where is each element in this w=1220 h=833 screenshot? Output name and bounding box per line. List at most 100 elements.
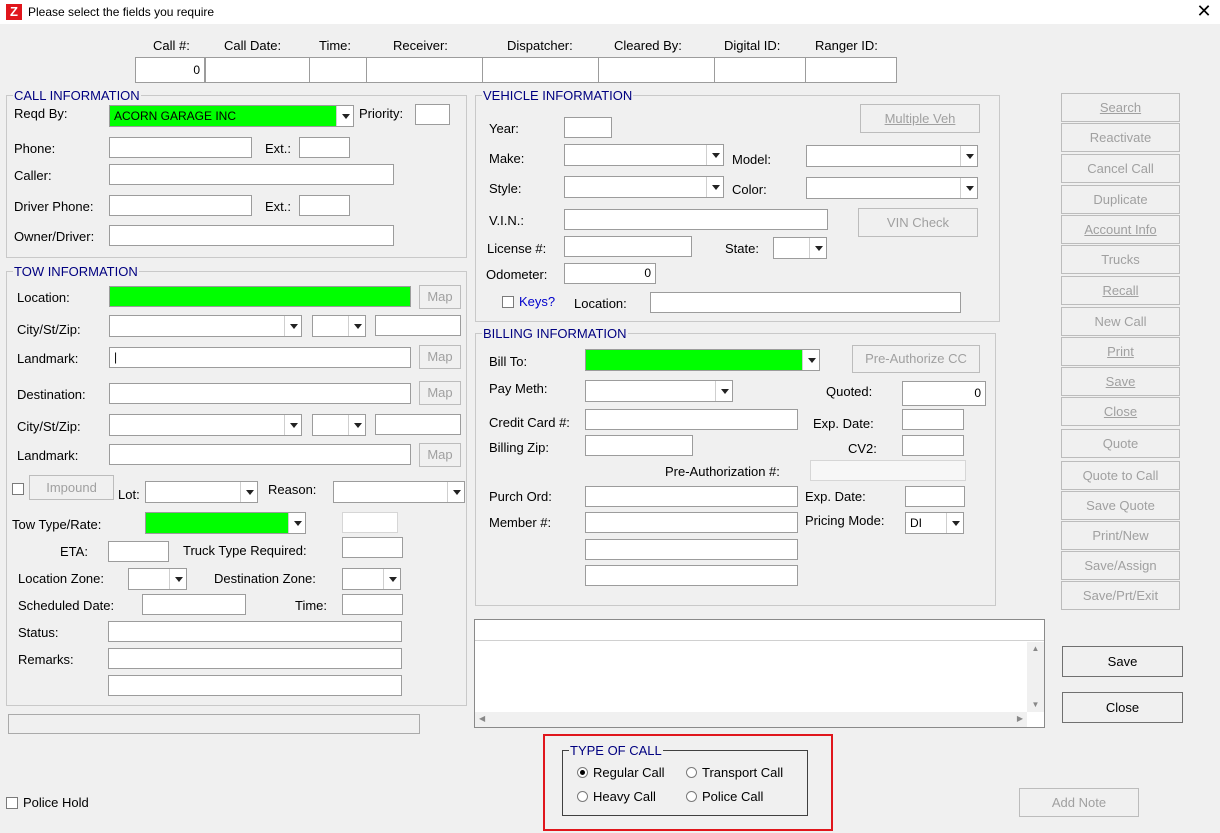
dispatcher-field[interactable] bbox=[482, 57, 599, 83]
status-field[interactable] bbox=[108, 621, 402, 642]
notes-horizontal-scrollbar[interactable]: ◀ ▶ bbox=[475, 712, 1027, 727]
billing-zip-field[interactable] bbox=[585, 435, 693, 456]
extra-billing-field-2[interactable] bbox=[585, 565, 798, 586]
destination-zone-select[interactable] bbox=[342, 568, 401, 590]
reactivate-button[interactable]: Reactivate bbox=[1061, 123, 1180, 152]
bill-to-select[interactable] bbox=[585, 349, 820, 371]
quote-to-call-button[interactable]: Quote to Call bbox=[1061, 461, 1180, 490]
tow-location-field[interactable] bbox=[109, 286, 411, 307]
driver-ext-field[interactable] bbox=[299, 195, 350, 216]
style-select[interactable] bbox=[564, 176, 724, 198]
transport-call-radio[interactable] bbox=[686, 767, 697, 778]
pay-meth-select[interactable] bbox=[585, 380, 733, 402]
vin-field[interactable] bbox=[564, 209, 828, 230]
save-button[interactable]: Save bbox=[1062, 646, 1183, 677]
digital-id-field[interactable] bbox=[714, 57, 806, 83]
time-field[interactable] bbox=[309, 57, 367, 83]
tow-type-rate-select[interactable] bbox=[145, 512, 306, 534]
quoted-field[interactable]: 0 bbox=[902, 381, 986, 406]
owner-driver-field[interactable] bbox=[109, 225, 394, 246]
license-field[interactable] bbox=[564, 236, 692, 257]
city-select[interactable] bbox=[109, 315, 302, 337]
receiver-field[interactable] bbox=[366, 57, 483, 83]
save-assign-button[interactable]: Save/Assign bbox=[1061, 551, 1180, 580]
dest-state-select[interactable] bbox=[312, 414, 366, 436]
save-prt-exit-button[interactable]: Save/Prt/Exit bbox=[1061, 581, 1180, 610]
cancel-call-button[interactable]: Cancel Call bbox=[1061, 154, 1180, 183]
reason-select[interactable] bbox=[333, 481, 465, 503]
quote-button[interactable]: Quote bbox=[1061, 429, 1180, 458]
close-button[interactable]: Close bbox=[1062, 692, 1183, 723]
remarks-field-1[interactable] bbox=[108, 648, 402, 669]
keys-checkbox[interactable] bbox=[502, 296, 514, 308]
reqd-by-select[interactable]: ACORN GARAGE INC bbox=[109, 105, 354, 127]
scheduled-date-field[interactable] bbox=[142, 594, 246, 615]
landmark-field[interactable]: | bbox=[109, 347, 411, 368]
close-window-icon[interactable]: ✕ bbox=[1193, 0, 1215, 22]
dest-landmark-field[interactable] bbox=[109, 444, 411, 465]
call-date-field[interactable] bbox=[205, 57, 310, 83]
purch-ord-field[interactable] bbox=[585, 486, 798, 507]
call-number-field[interactable]: 0 bbox=[135, 57, 205, 83]
year-field[interactable] bbox=[564, 117, 612, 138]
notes-vertical-scrollbar[interactable]: ▲ ▼ bbox=[1027, 642, 1044, 712]
driver-phone-field[interactable] bbox=[109, 195, 252, 216]
regular-call-label[interactable]: Regular Call bbox=[593, 765, 665, 780]
add-note-button[interactable]: Add Note bbox=[1019, 788, 1139, 817]
search-button[interactable]: Search bbox=[1061, 93, 1180, 122]
pre-authorize-cc-button[interactable]: Pre-Authorize CC bbox=[852, 345, 980, 373]
destination-field[interactable] bbox=[109, 383, 411, 404]
color-select[interactable] bbox=[806, 177, 978, 199]
keys-link[interactable]: Keys? bbox=[519, 294, 555, 309]
pricing-mode-select[interactable]: DI bbox=[905, 512, 964, 534]
extra-billing-field-1[interactable] bbox=[585, 539, 798, 560]
vin-check-button[interactable]: VIN Check bbox=[858, 208, 978, 237]
cv2-field[interactable] bbox=[902, 435, 964, 456]
caller-field[interactable] bbox=[109, 164, 394, 185]
landmark-map-button[interactable]: Map bbox=[419, 345, 461, 369]
destination-map-button[interactable]: Map bbox=[419, 381, 461, 405]
ext-field[interactable] bbox=[299, 137, 350, 158]
rate-field[interactable] bbox=[342, 512, 398, 533]
zip-field[interactable] bbox=[375, 315, 461, 336]
member-number-field[interactable] bbox=[585, 512, 798, 533]
new-call-button[interactable]: New Call bbox=[1061, 307, 1180, 336]
location-zone-select[interactable] bbox=[128, 568, 187, 590]
dest-city-select[interactable] bbox=[109, 414, 302, 436]
location-map-button[interactable]: Map bbox=[419, 285, 461, 309]
dest-landmark-map-button[interactable]: Map bbox=[419, 443, 461, 467]
odometer-field[interactable]: 0 bbox=[564, 263, 656, 284]
regular-call-radio[interactable] bbox=[577, 767, 588, 778]
multiple-veh-button[interactable]: Multiple Veh bbox=[860, 104, 980, 133]
impound-checkbox[interactable] bbox=[12, 483, 24, 495]
eta-field[interactable] bbox=[108, 541, 169, 562]
police-call-label[interactable]: Police Call bbox=[702, 789, 763, 804]
exp-date-field[interactable] bbox=[902, 409, 964, 430]
save-quote-button[interactable]: Save Quote bbox=[1061, 491, 1180, 520]
truck-type-required-field[interactable] bbox=[342, 537, 403, 558]
phone-field[interactable] bbox=[109, 137, 252, 158]
model-select[interactable] bbox=[806, 145, 978, 167]
transport-call-label[interactable]: Transport Call bbox=[702, 765, 783, 780]
scheduled-time-field[interactable] bbox=[342, 594, 403, 615]
print-new-button[interactable]: Print/New bbox=[1061, 521, 1180, 550]
credit-card-field[interactable] bbox=[585, 409, 798, 430]
dest-zip-field[interactable] bbox=[375, 414, 461, 435]
lot-select[interactable] bbox=[145, 481, 258, 503]
heavy-call-label[interactable]: Heavy Call bbox=[593, 789, 656, 804]
ranger-id-field[interactable] bbox=[805, 57, 897, 83]
police-call-radio[interactable] bbox=[686, 791, 697, 802]
side-close-button[interactable]: Close bbox=[1061, 397, 1180, 426]
priority-field[interactable] bbox=[415, 104, 450, 125]
notes-area[interactable]: ▲ ▼ ◀ ▶ bbox=[474, 619, 1045, 728]
vehicle-state-select[interactable] bbox=[773, 237, 827, 259]
account-info-button[interactable]: Account Info bbox=[1061, 215, 1180, 244]
remarks-field-2[interactable] bbox=[108, 675, 402, 696]
police-hold-checkbox[interactable] bbox=[6, 797, 18, 809]
print-button[interactable]: Print bbox=[1061, 337, 1180, 366]
impound-button[interactable]: Impound bbox=[29, 475, 114, 500]
trucks-button[interactable]: Trucks bbox=[1061, 245, 1180, 274]
keys-location-field[interactable] bbox=[650, 292, 961, 313]
cleared-by-field[interactable] bbox=[598, 57, 715, 83]
side-save-button[interactable]: Save bbox=[1061, 367, 1180, 396]
